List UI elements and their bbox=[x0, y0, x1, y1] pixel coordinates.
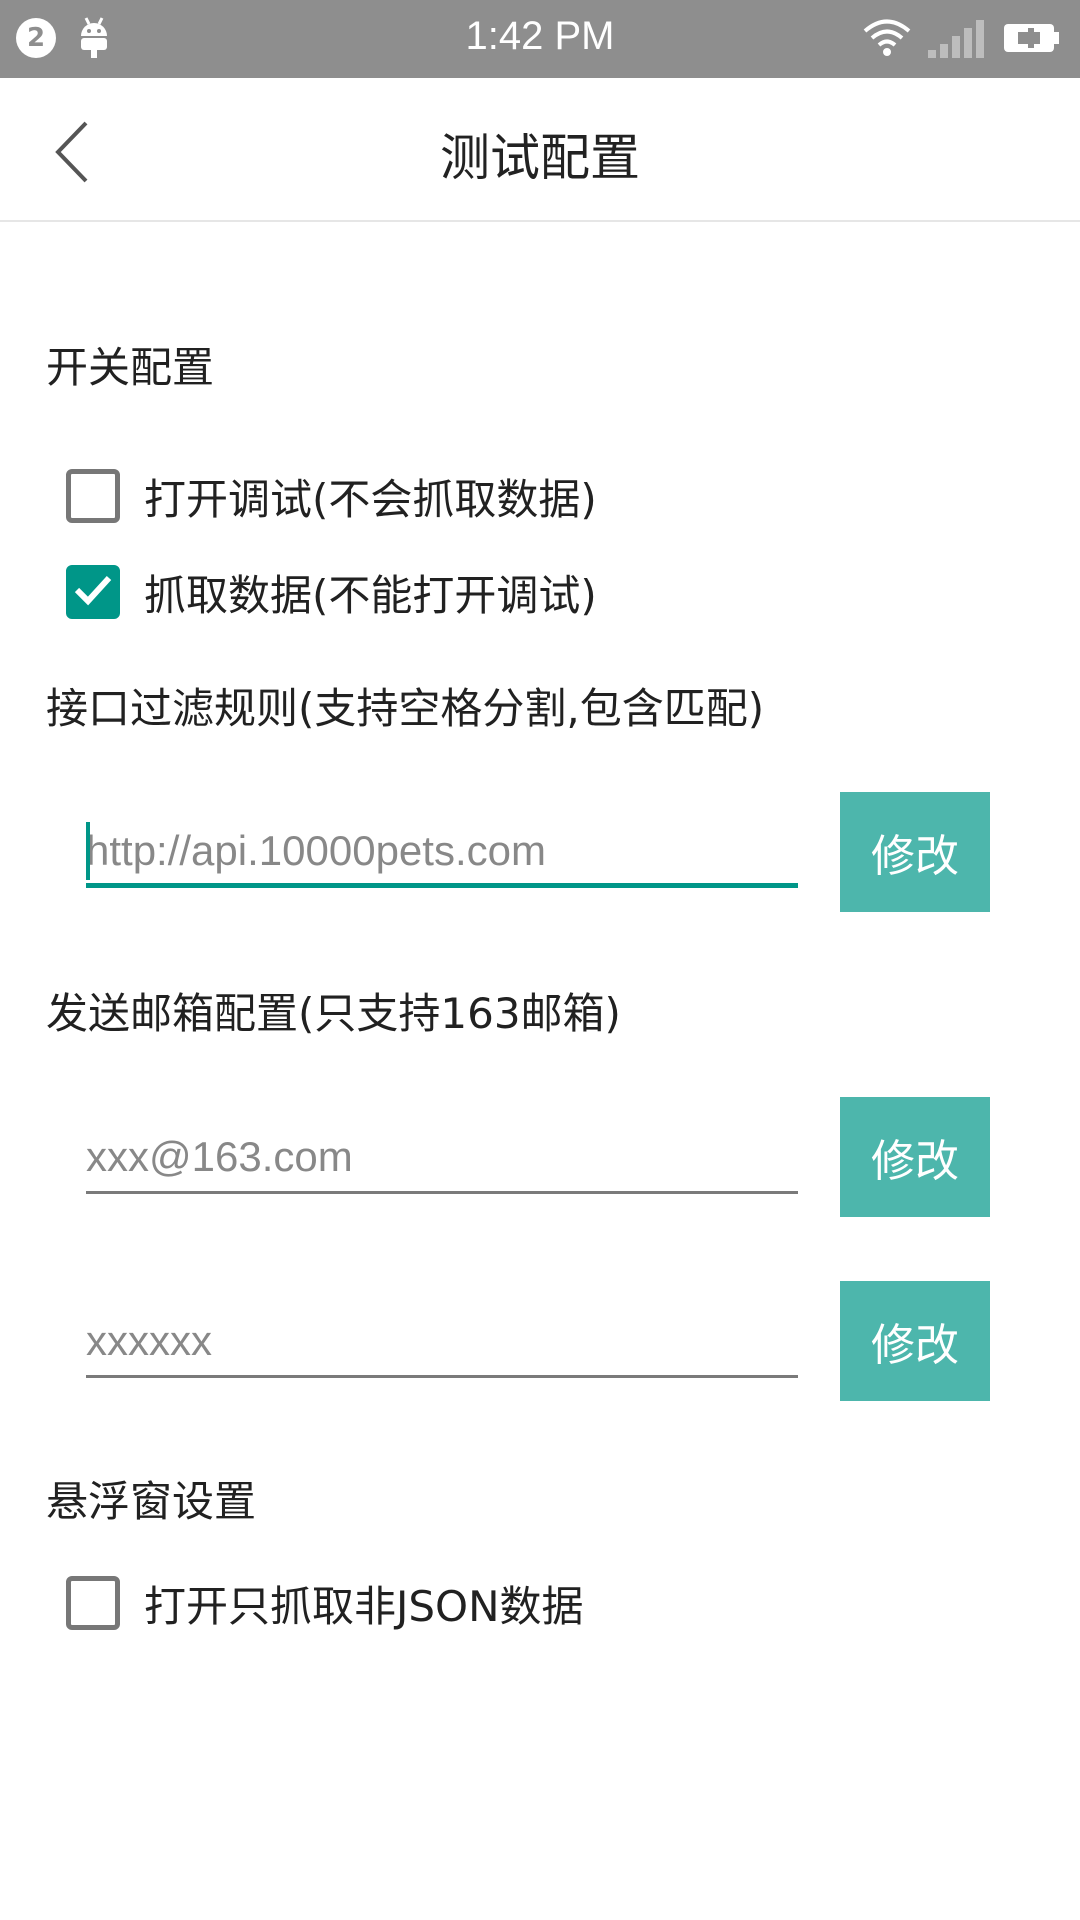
email-input[interactable] bbox=[86, 1124, 798, 1190]
email-input-container bbox=[86, 1124, 798, 1194]
status-bar: 2 1:42 PM bbox=[0, 0, 1080, 78]
toolbar: 测试配置 bbox=[0, 78, 1080, 222]
page-title: 测试配置 bbox=[440, 129, 640, 187]
non-json-option-row[interactable]: 打开只抓取非JSON数据 bbox=[66, 1575, 584, 1631]
signal-icon bbox=[928, 20, 984, 62]
password-input[interactable] bbox=[86, 1308, 798, 1374]
float-section-label: 悬浮窗设置 bbox=[46, 1477, 257, 1526]
non-json-checkbox[interactable] bbox=[66, 1576, 120, 1630]
capture-option-label: 抓取数据(不能打开调试) bbox=[144, 570, 597, 620]
password-modify-button[interactable]: 修改 bbox=[840, 1281, 990, 1401]
email-input-underline bbox=[86, 1191, 798, 1194]
debug-option-label: 打开调试(不会抓取数据) bbox=[144, 474, 597, 524]
email-section-label: 发送邮箱配置(只支持163邮箱) bbox=[46, 989, 621, 1038]
debug-checkbox[interactable] bbox=[66, 469, 120, 523]
text-cursor bbox=[86, 822, 90, 880]
non-json-option-label: 打开只抓取非JSON数据 bbox=[144, 1581, 584, 1631]
filter-modify-button[interactable]: 修改 bbox=[840, 792, 990, 912]
password-input-container bbox=[86, 1308, 798, 1378]
debug-option-row[interactable]: 打开调试(不会抓取数据) bbox=[66, 468, 597, 524]
checkmark-icon bbox=[73, 573, 113, 611]
filter-input-underline bbox=[86, 883, 798, 888]
battery-charging-icon bbox=[1002, 20, 1060, 60]
switch-section-label: 开关配置 bbox=[46, 343, 215, 392]
status-time: 1:42 PM bbox=[465, 14, 615, 58]
email-modify-button[interactable]: 修改 bbox=[840, 1097, 990, 1217]
filter-input[interactable] bbox=[86, 818, 798, 884]
filter-input-container bbox=[86, 818, 798, 888]
wifi-icon bbox=[862, 18, 912, 62]
password-input-underline bbox=[86, 1375, 798, 1378]
capture-checkbox[interactable] bbox=[66, 565, 120, 619]
capture-option-row[interactable]: 抓取数据(不能打开调试) bbox=[66, 564, 597, 620]
filter-section-label: 接口过滤规则(支持空格分割,包含匹配) bbox=[46, 684, 765, 733]
